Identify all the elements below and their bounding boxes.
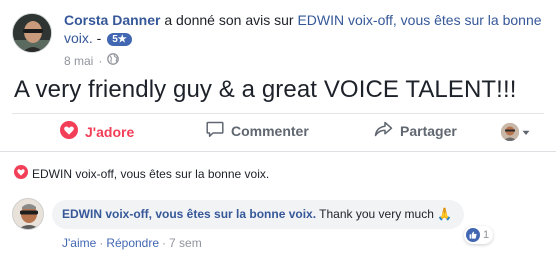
comment-button[interactable]: Commenter [206, 121, 309, 141]
globe-icon[interactable] [107, 53, 120, 68]
post-header: Corsta Danner a donné son avis sur EDWIN… [12, 9, 552, 69]
comments-section: EDWIN voix-off, vous êtes sur la bonne v… [0, 151, 556, 259]
header-separator: - [92, 30, 106, 46]
share-button[interactable]: Partager [374, 121, 457, 140]
share-icon [374, 121, 393, 140]
reaction-count: 1 [483, 229, 490, 241]
commenter-avatar[interactable] [12, 198, 44, 230]
small-love-icon [14, 165, 28, 182]
post-date-link[interactable]: 8 mai [64, 54, 93, 68]
comment-like-link[interactable]: J'aime [62, 236, 96, 250]
love-icon [60, 121, 78, 142]
comment-bubble: EDWIN voix-off, vous êtes sur la bonne v… [52, 200, 465, 229]
share-label: Partager [400, 122, 457, 139]
comment-reply-link[interactable]: Répondre [106, 236, 159, 250]
post-actions-bar: J'adore Commenter Partager [12, 113, 544, 151]
comment-label: Commenter [231, 123, 309, 139]
post-body-text: A very friendly guy & a great VOICE TALE… [14, 76, 517, 103]
author-name-link[interactable]: Corsta Danner [64, 12, 160, 28]
like-icon [466, 228, 480, 242]
comment-as-selector[interactable] [501, 123, 530, 141]
comment-reaction-count[interactable]: 1 [464, 226, 494, 244]
comment-meta: J'aime · Répondre · 7 sem [62, 236, 202, 250]
post-meta: 8 mai · [64, 53, 120, 68]
review-action-text: a donné son avis sur [160, 12, 298, 28]
viewer-avatar [501, 123, 519, 141]
page-reaction-summary[interactable]: EDWIN voix-off, vous êtes sur la bonne v… [14, 165, 269, 182]
love-label: J'adore [85, 123, 135, 140]
comment-text: Thank you very much [316, 207, 438, 221]
rating-badge: 5★ [107, 33, 132, 46]
comment-icon [206, 121, 224, 141]
post-header-text: Corsta Danner a donné son avis sur EDWIN… [64, 11, 544, 47]
comment-time-link[interactable]: 7 sem [169, 236, 202, 250]
comment-author-link[interactable]: EDWIN voix-off, vous êtes sur la bonne v… [62, 207, 316, 221]
meta-separator: · [98, 53, 103, 68]
author-avatar[interactable] [12, 13, 52, 53]
chevron-down-icon [522, 123, 530, 141]
page-reaction-text: EDWIN voix-off, vous êtes sur la bonne v… [32, 166, 270, 181]
comment-meta-separator: · [99, 236, 104, 250]
praying-hands-icon: 🙏 [437, 207, 453, 221]
love-reaction-button[interactable]: J'adore [60, 121, 134, 142]
comment-meta-separator: · [162, 236, 167, 250]
